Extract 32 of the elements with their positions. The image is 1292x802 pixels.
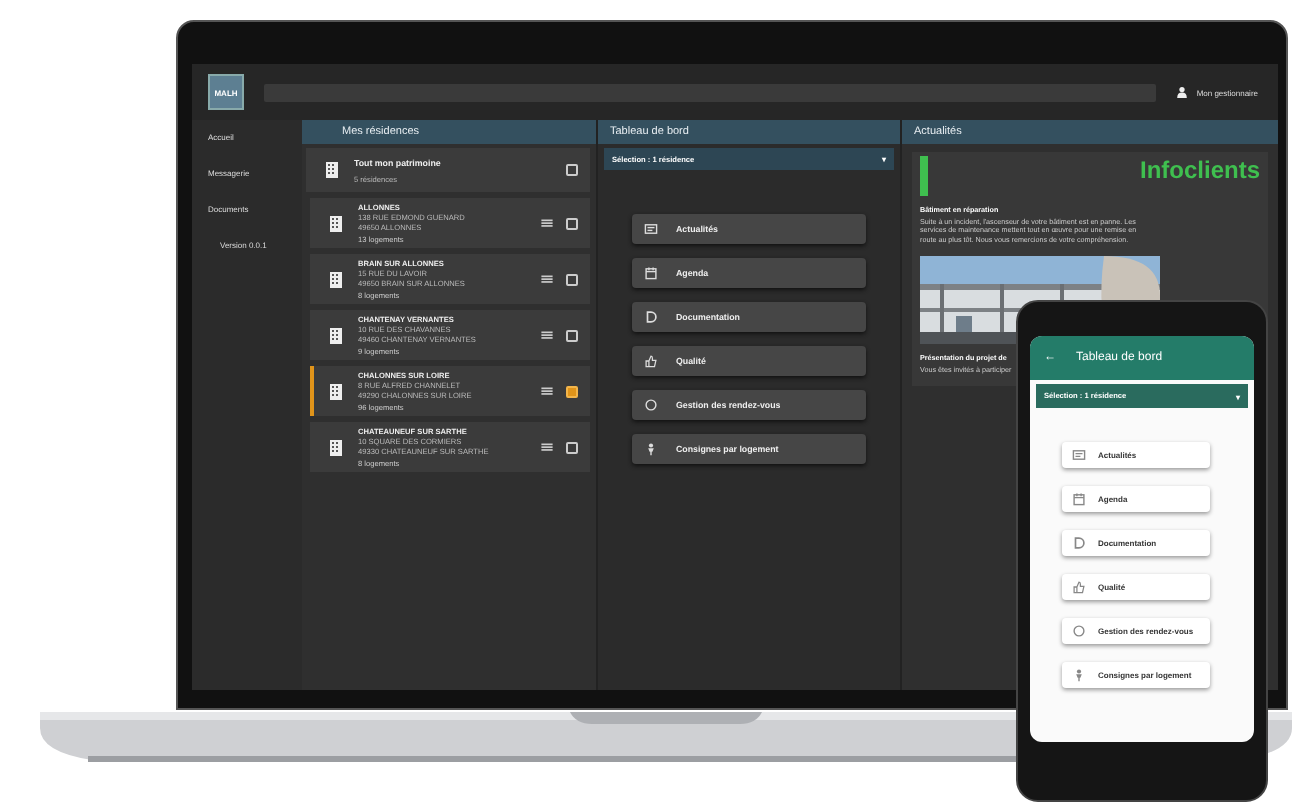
newspaper-icon (1072, 448, 1086, 462)
list-icon (540, 328, 554, 342)
list-icon (540, 384, 554, 398)
circle-icon (644, 398, 658, 412)
list-icon (540, 216, 554, 230)
building-icon (322, 160, 342, 180)
document-icon (644, 310, 658, 324)
checkbox[interactable] (566, 385, 578, 397)
calendar-icon (644, 266, 658, 280)
accent-bar (920, 156, 928, 196)
list-icon (540, 440, 554, 454)
person-icon (644, 442, 658, 456)
thumbs-up-icon (644, 354, 658, 368)
building-icon (326, 437, 346, 457)
building-icon (326, 381, 346, 401)
list-icon (540, 272, 554, 286)
building-icon (326, 213, 346, 233)
building-icon (326, 325, 346, 345)
building-icon (326, 269, 346, 289)
checkbox[interactable] (566, 329, 578, 341)
checkbox[interactable] (566, 441, 578, 453)
thumbs-up-icon (1072, 580, 1086, 594)
user-icon (1176, 86, 1189, 98)
circle-icon (1072, 624, 1086, 638)
checkbox[interactable] (566, 217, 578, 229)
newspaper-icon (644, 222, 658, 236)
checkbox[interactable] (566, 164, 578, 176)
document-icon (1072, 536, 1086, 550)
person-icon (1072, 668, 1086, 682)
brand-logo: Infoclients (1139, 156, 1260, 184)
calendar-icon (1072, 492, 1086, 506)
checkbox[interactable] (566, 273, 578, 285)
